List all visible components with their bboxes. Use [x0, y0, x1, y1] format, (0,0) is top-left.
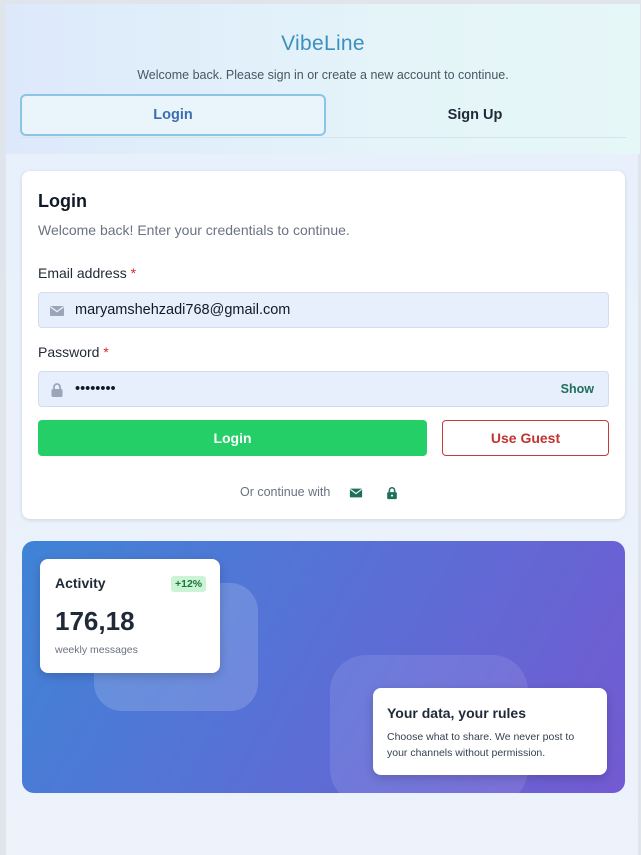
activity-value: 176,18: [55, 606, 135, 636]
tab-sign-up[interactable]: Sign Up: [322, 94, 628, 136]
password-label-text: Password: [38, 344, 100, 360]
login-button[interactable]: Login: [38, 420, 427, 456]
continue-with-text: Or continue with: [240, 485, 331, 499]
brand-logo: VibeLine: [281, 32, 365, 55]
growth-badge: +12%: [171, 576, 207, 592]
hero-banner: Activity +12% 176,18 weekly messages You…: [22, 541, 625, 793]
password-value: ••••••••: [75, 381, 116, 397]
privacy-title: Your data, your rules: [387, 705, 526, 721]
header: VibeLine Welcome back. Please sign in or…: [6, 4, 640, 154]
required-mark: *: [130, 265, 137, 281]
tab-login[interactable]: Login: [20, 94, 326, 136]
lock-icon[interactable]: [385, 486, 399, 500]
email-field[interactable]: maryamshehzadi768@gmail.com: [38, 292, 609, 328]
login-card: Login Welcome back! Enter your credentia…: [22, 171, 625, 519]
required-mark: *: [103, 344, 109, 360]
lock-icon: [51, 383, 63, 397]
email-label: Email address *: [38, 265, 136, 281]
show-password-button[interactable]: Show: [561, 382, 594, 396]
privacy-text: Choose what to share. We never post to y…: [387, 731, 575, 759]
password-label: Password *: [38, 344, 109, 360]
activity-card: Activity +12% 176,18 weekly messages: [40, 559, 220, 673]
header-subtitle: Welcome back. Please sign in or create a…: [137, 68, 509, 82]
login-subtitle: Welcome back! Enter your credentials to …: [38, 222, 350, 238]
app-frame: VibeLine Welcome back. Please sign in or…: [4, 4, 640, 855]
use-guest-button[interactable]: Use Guest: [442, 420, 609, 456]
password-field[interactable]: •••••••• Show: [38, 371, 609, 407]
email-value: maryamshehzadi768@gmail.com: [75, 302, 291, 318]
mail-icon: [50, 306, 64, 316]
login-title: Login: [38, 191, 87, 211]
activity-caption: weekly messages: [55, 644, 138, 656]
privacy-card: Your data, your rules Choose what to sha…: [373, 688, 607, 775]
activity-title: Activity: [55, 575, 106, 591]
email-label-text: Email address: [38, 265, 127, 281]
mail-icon[interactable]: [349, 486, 363, 500]
auth-tabs: Login Sign Up: [20, 94, 626, 138]
